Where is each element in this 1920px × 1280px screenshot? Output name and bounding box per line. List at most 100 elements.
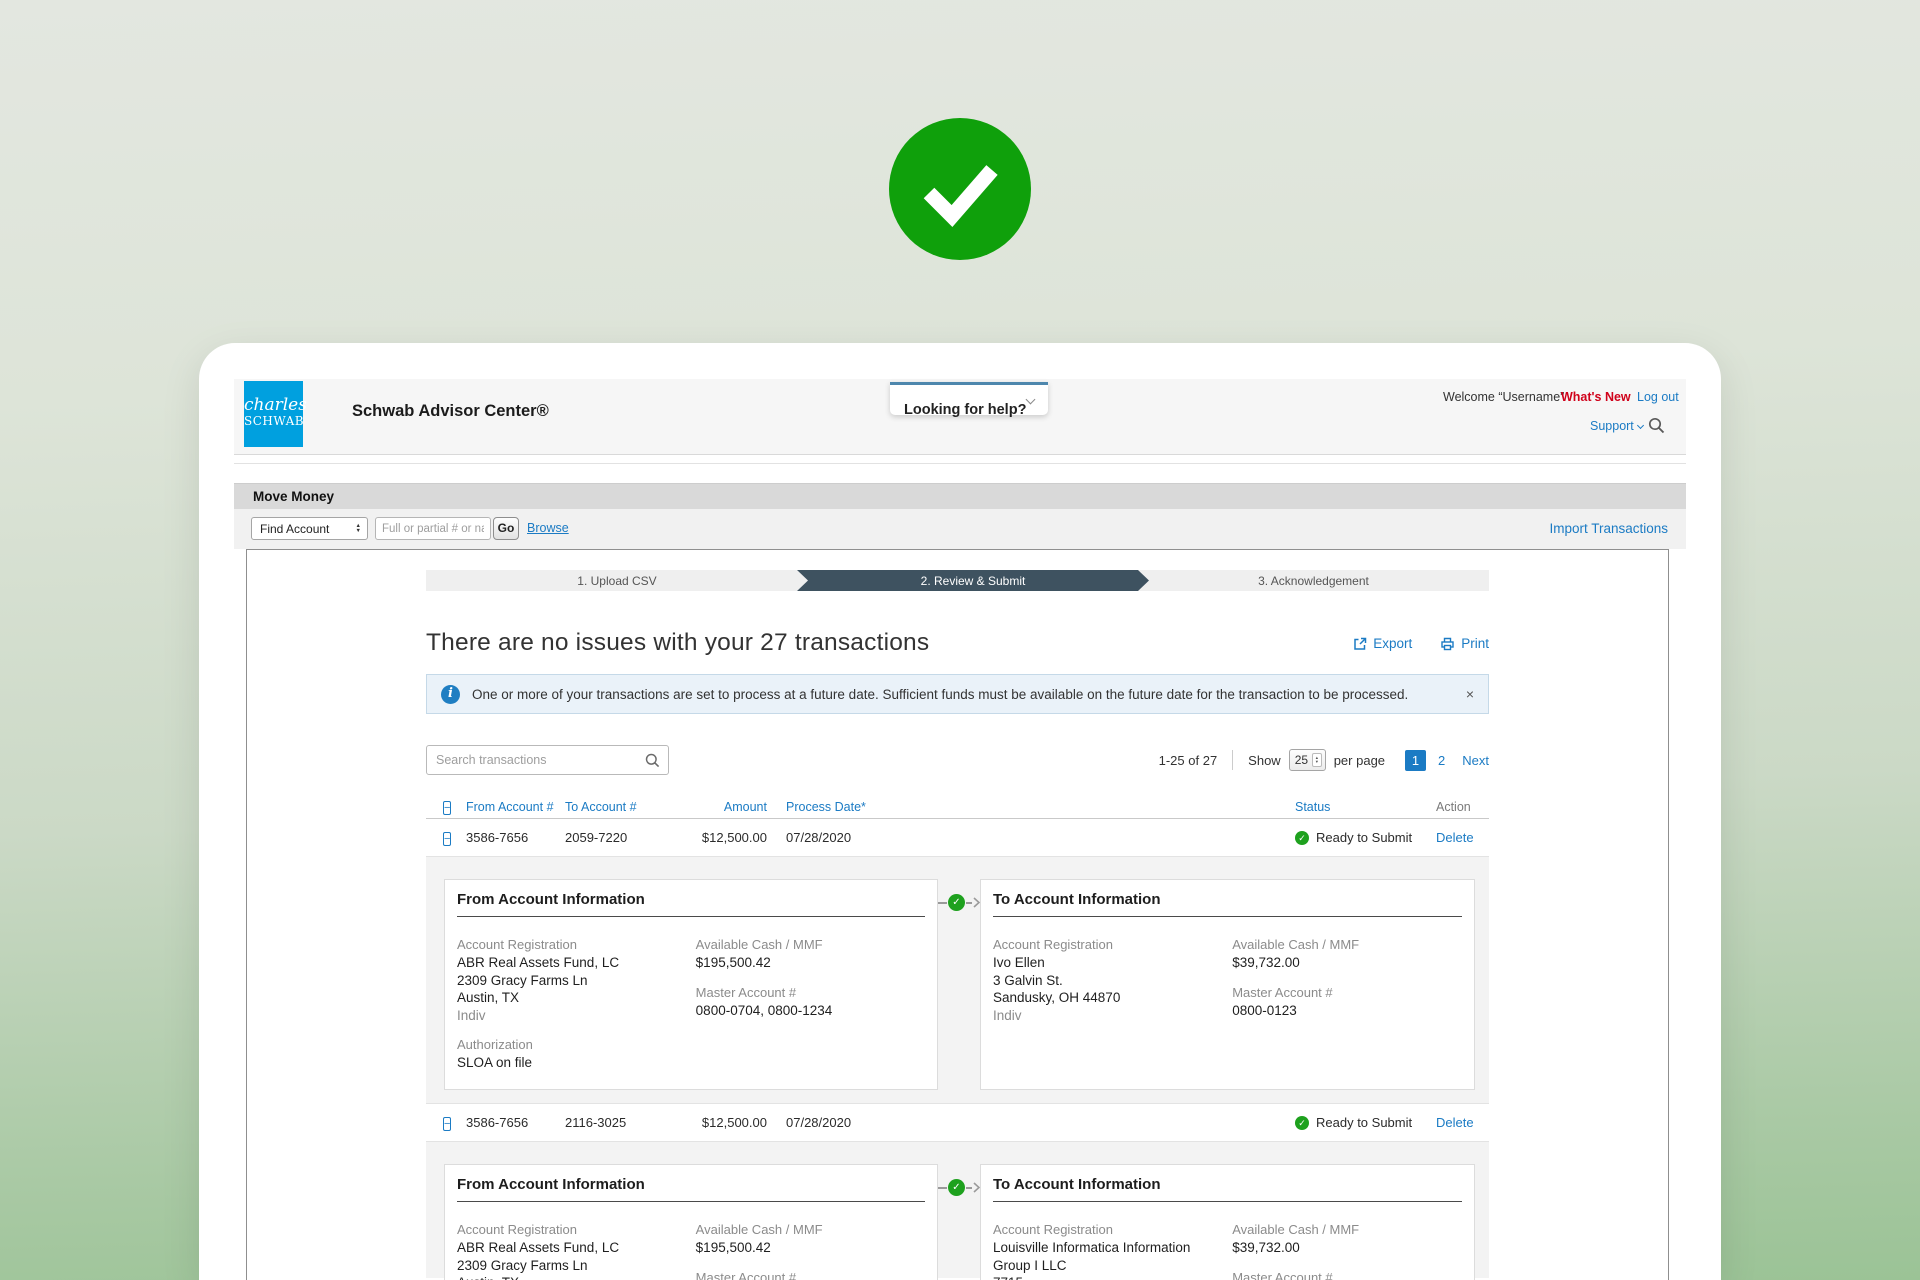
logo-line2: SCHWAB [244,414,303,428]
account-finder-bar: Find Account ▲▼ Go Browse Import Transac… [234,509,1686,549]
dash [938,1187,947,1189]
search-transactions-input[interactable] [426,745,669,775]
registration-address1: 2309 Gracy Farms Ln [457,972,696,990]
header-divider [234,455,1686,483]
print-button[interactable]: Print [1440,636,1489,651]
per-page-value: 25 [1295,753,1308,767]
per-page-label: per page [1334,753,1385,768]
progress-steps: 1. Upload CSV 2. Review & Submit 3. Ackn… [426,570,1489,591]
arrow-right-icon [973,897,980,908]
show-label: Show [1248,753,1281,768]
section-title-bar: Move Money [234,483,1686,509]
dash [966,1187,972,1189]
col-from-account[interactable]: From Account # [466,800,565,814]
transaction-detail-panel: From Account Information Account Registr… [426,857,1489,1104]
to-account-card: To Account Information Account Registrat… [980,879,1475,1090]
master-value: 0800-0123 [1232,1002,1462,1020]
registration-label: Account Registration [993,1221,1232,1239]
step-acknowledgement: 3. Acknowledgement [1138,570,1489,591]
amount-value: $12,500.00 [666,1115,767,1130]
section-title: Move Money [253,489,334,504]
to-account-value: 2116-3025 [565,1115,666,1130]
content-area: 1. Upload CSV 2. Review & Submit 3. Ackn… [234,549,1686,1280]
process-date-value: 07/28/2020 [767,830,1295,845]
results-range: 1-25 of 27 [1159,753,1218,768]
cash-label: Available Cash / MMF [696,936,925,954]
transfer-connector: ✓ [938,894,980,911]
page-title: Schwab Advisor Center® [352,402,549,421]
registration-address1: 7715 [993,1274,1232,1280]
registration-address2: Austin, TX [457,1274,696,1280]
select-spinner-icon: ▲▼ [1312,753,1322,767]
col-amount[interactable]: Amount [666,800,767,814]
delete-link[interactable]: Delete [1436,830,1489,845]
info-banner-text: One or more of your transactions are set… [472,687,1408,702]
card-title: To Account Information [993,890,1462,917]
cash-label: Available Cash / MMF [696,1221,925,1239]
welcome-text: Welcome “Username” [1443,390,1564,404]
to-account-card: To Account Information Account Registrat… [980,1164,1475,1280]
table-row: − 3586-7656 2059-7220 $12,500.00 07/28/2… [426,819,1489,857]
cash-value: $195,500.42 [696,954,925,972]
from-account-value: 3586-7656 [466,830,565,845]
master-label: Master Account # [696,1269,925,1280]
transaction-detail-panel: From Account Information Account Registr… [426,1142,1489,1278]
info-icon: i [441,685,460,704]
from-account-value: 3586-7656 [466,1115,565,1130]
chevron-down-icon [1026,395,1036,405]
find-account-select[interactable]: Find Account ▲▼ [251,517,368,540]
page-background: charles SCHWAB Schwab Advisor Center® Lo… [0,0,1920,1280]
print-icon [1440,636,1455,651]
import-transactions-link[interactable]: Import Transactions [1549,517,1668,540]
next-page-button[interactable]: Next [1462,753,1489,768]
col-action: Action [1436,800,1489,814]
master-value: 0800-0704, 0800-1234 [696,1002,925,1020]
close-icon[interactable]: × [1466,686,1474,702]
per-page-select[interactable]: 25 ▲▼ [1289,749,1326,771]
help-dropdown-label: Looking for help? [904,401,1026,419]
collapse-all-icon[interactable]: − [443,801,451,815]
status-check-icon: ✓ [1295,1116,1309,1130]
search-icon[interactable] [1648,417,1665,439]
transfer-check-icon: ✓ [948,894,965,911]
col-process-date[interactable]: Process Date* [767,800,1295,814]
col-to-account[interactable]: To Account # [565,800,666,814]
table-header: − From Account # To Account # Amount Pro… [426,796,1489,819]
logout-link[interactable]: Log out [1637,390,1679,404]
browser-card: charles SCHWAB Schwab Advisor Center® Lo… [199,343,1721,1280]
authorization-value: SLOA on file [457,1054,696,1072]
page-2-button[interactable]: 2 [1438,753,1445,768]
registration-address1: 3 Galvin St. [993,972,1232,990]
status-badge: Ready to Submit [1316,1115,1412,1130]
from-account-card: From Account Information Account Registr… [444,879,938,1090]
go-button[interactable]: Go [493,517,519,540]
browse-link[interactable]: Browse [527,517,569,540]
card-title: From Account Information [457,890,925,917]
info-banner: i One or more of your transactions are s… [426,674,1489,714]
cash-value: $195,500.42 [696,1239,925,1257]
master-label: Master Account # [1232,1269,1462,1280]
dash [966,902,972,904]
success-check-icon [889,118,1031,260]
export-button[interactable]: Export [1352,636,1412,651]
amount-value: $12,500.00 [666,830,767,845]
transfer-check-icon: ✓ [948,1179,965,1196]
charles-schwab-logo: charles SCHWAB [244,381,303,447]
support-menu[interactable]: Support [1590,419,1643,433]
help-dropdown[interactable]: Looking for help? [890,382,1048,415]
registration-name: ABR Real Assets Fund, LC [457,954,696,972]
dash [938,902,947,904]
registration-label: Account Registration [993,936,1232,954]
registration-type: Indiv [457,1007,696,1025]
logo-line1: charles [244,396,303,414]
cash-value: $39,732.00 [1232,954,1462,972]
page-1-button[interactable]: 1 [1405,750,1426,771]
whats-new-link[interactable]: What's New [1561,390,1631,404]
export-icon [1352,636,1367,651]
collapse-row-icon[interactable]: − [443,1117,451,1131]
cash-label: Available Cash / MMF [1232,1221,1462,1239]
collapse-row-icon[interactable]: − [443,832,451,846]
col-status[interactable]: Status [1295,800,1436,814]
account-search-input[interactable] [375,517,491,540]
delete-link[interactable]: Delete [1436,1115,1489,1130]
